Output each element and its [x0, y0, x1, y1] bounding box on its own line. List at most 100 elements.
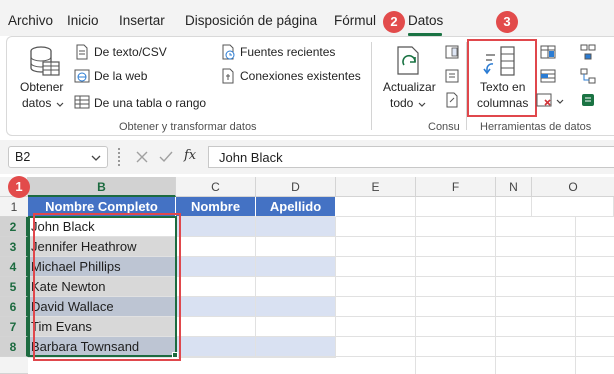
data-model-button[interactable]	[580, 92, 598, 110]
get-data-label-2: datos	[22, 96, 52, 110]
column-header-f[interactable]: F	[416, 177, 496, 197]
from-web-button[interactable]: De la web	[74, 68, 164, 86]
properties-button[interactable]	[444, 68, 462, 86]
formula-bar-divider	[118, 148, 121, 166]
table-cell[interactable]	[176, 237, 256, 257]
tab-datos[interactable]: Datos	[408, 13, 443, 28]
flash-fill-button[interactable]	[540, 44, 558, 62]
callout-1: 1	[8, 176, 30, 198]
menu-bar: Archivo Inicio Insertar Disposición de p…	[0, 0, 614, 36]
consolidate-button[interactable]	[580, 44, 598, 62]
data-validation-icon	[536, 93, 552, 107]
table-cell[interactable]	[176, 277, 256, 297]
table-cell[interactable]	[256, 277, 336, 297]
grid-cell[interactable]	[336, 197, 416, 217]
data-model-icon	[582, 94, 594, 106]
column-header-n[interactable]: N	[496, 177, 532, 197]
recent-sources-label: Fuentes recientes	[240, 45, 336, 59]
flash-fill-icon	[540, 45, 556, 59]
chevron-down-icon	[556, 99, 564, 104]
row-header-3[interactable]: 3	[0, 237, 28, 257]
tab-inicio[interactable]: Inicio	[67, 13, 99, 28]
column-header-b[interactable]: B	[28, 177, 176, 197]
table-cell[interactable]	[256, 297, 336, 317]
confirm-icon[interactable]	[158, 149, 174, 165]
web-page-icon	[74, 69, 90, 83]
empty-grid-area[interactable]	[336, 217, 614, 374]
from-text-csv-button[interactable]: De texto/CSV	[74, 44, 194, 62]
queries-icon	[445, 45, 459, 59]
get-data-label-1: Obtener	[20, 80, 64, 94]
refresh-label-1: Actualizar	[383, 80, 436, 94]
table-header-apellido[interactable]: Apellido	[256, 197, 336, 217]
formula-input[interactable]: John Black	[208, 146, 614, 168]
table-cell[interactable]	[176, 257, 256, 277]
properties-icon	[445, 69, 459, 83]
row-header-1[interactable]: 1	[0, 197, 28, 217]
queries-pane-button[interactable]	[444, 44, 462, 62]
tab-archivo[interactable]: Archivo	[8, 13, 53, 28]
row-header-4[interactable]: 4	[0, 257, 28, 277]
refresh-label-2: todo	[390, 96, 414, 110]
column-header-o[interactable]: O	[532, 177, 614, 197]
row-header-2[interactable]: 2	[0, 217, 28, 237]
from-web-label: De la web	[94, 69, 148, 83]
get-data-button[interactable]: Obtener datos	[18, 42, 68, 114]
chevron-down-icon	[91, 155, 101, 161]
row-header-5[interactable]: 5	[0, 277, 28, 297]
from-table-button[interactable]: De una tabla o rango	[74, 94, 214, 112]
group-separator	[371, 42, 372, 130]
table-icon	[74, 95, 90, 109]
recent-sources-button[interactable]: Fuentes recientes	[220, 44, 340, 62]
table-cell[interactable]	[256, 337, 336, 357]
table-cell[interactable]	[176, 317, 256, 337]
cancel-icon[interactable]	[134, 149, 150, 165]
tab-formulas[interactable]: Fórmul	[334, 13, 376, 28]
table-cell[interactable]	[256, 237, 336, 257]
table-cell[interactable]	[176, 217, 256, 237]
highlight-text-to-columns	[467, 39, 537, 117]
chevron-down-icon	[56, 102, 64, 107]
group-label-data-tools: Herramientas de datos	[480, 121, 592, 133]
group-label-queries: Consu	[428, 121, 460, 133]
data-validation-button[interactable]	[536, 92, 566, 110]
remove-duplicates-button[interactable]	[540, 68, 558, 86]
row-header-7[interactable]: 7	[0, 317, 28, 337]
grid-cell[interactable]	[496, 197, 532, 217]
table-cell[interactable]	[256, 257, 336, 277]
callout-3: 3	[496, 11, 518, 33]
edit-links-button[interactable]	[444, 92, 462, 110]
name-box[interactable]: B2	[8, 146, 108, 168]
existing-connections-label: Conexiones existentes	[240, 69, 361, 83]
column-header-e[interactable]: E	[336, 177, 416, 197]
consolidate-icon	[580, 44, 596, 60]
highlight-name-range	[33, 213, 181, 361]
name-box-value: B2	[15, 150, 31, 164]
relationships-button[interactable]	[580, 68, 598, 86]
tab-insertar[interactable]: Insertar	[119, 13, 165, 28]
table-cell[interactable]	[176, 297, 256, 317]
text-file-icon	[76, 44, 88, 60]
row-header-8[interactable]: 8	[0, 337, 28, 357]
row-header-6[interactable]: 6	[0, 297, 28, 317]
row-header-9[interactable]	[0, 357, 28, 374]
insert-function-icon[interactable]: fx	[184, 148, 196, 163]
table-cell[interactable]	[256, 217, 336, 237]
table-header-nombre[interactable]: Nombre	[176, 197, 256, 217]
formula-controls: fx	[128, 146, 204, 168]
remove-duplicates-icon	[540, 69, 556, 83]
column-header-c[interactable]: C	[176, 177, 256, 197]
tab-disposicion-de-pagina[interactable]: Disposición de página	[185, 13, 317, 28]
from-table-label: De una tabla o rango	[94, 96, 207, 110]
table-cell[interactable]	[256, 317, 336, 337]
chevron-down-icon	[418, 102, 426, 107]
refresh-all-button[interactable]: Actualizar todo	[380, 42, 440, 114]
existing-connections-button[interactable]: Conexiones existentes	[220, 68, 361, 86]
grid-cell[interactable]	[416, 197, 496, 217]
table-cell[interactable]	[176, 337, 256, 357]
grid-cell[interactable]	[532, 197, 614, 217]
column-header-d[interactable]: D	[256, 177, 336, 197]
relationships-icon	[580, 68, 596, 84]
from-text-csv-label: De texto/CSV	[94, 45, 167, 59]
database-icon	[30, 46, 60, 76]
